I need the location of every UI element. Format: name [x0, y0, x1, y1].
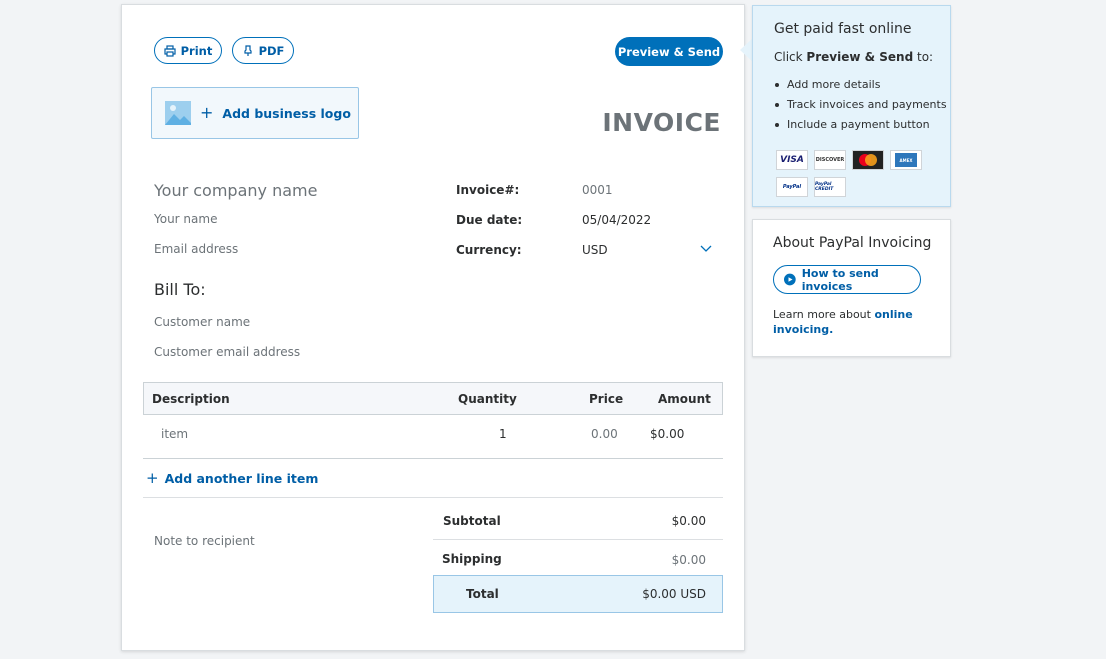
item-amount: $0.00: [650, 427, 685, 441]
pdf-button[interactable]: PDF: [232, 37, 294, 64]
promo-sub-prefix: Click: [774, 50, 807, 64]
bill-to-heading: Bill To:: [154, 280, 206, 299]
total-value: $0.00 USD: [642, 587, 706, 601]
header-amount: Amount: [658, 392, 711, 406]
add-logo-label: Add business logo: [222, 105, 351, 121]
amex-text: AMEX: [899, 157, 913, 163]
list-item: Add more details: [774, 78, 947, 98]
printer-icon: [164, 44, 176, 57]
visa-text: VISA: [780, 155, 804, 165]
chevron-down-icon[interactable]: [700, 245, 712, 253]
invoice-number-field[interactable]: 0001: [582, 183, 613, 197]
add-business-logo-button[interactable]: + Add business logo: [151, 87, 359, 139]
paypal-text: PayPal: [782, 184, 802, 190]
preview-send-button[interactable]: Preview & Send: [615, 37, 723, 66]
currency-label: Currency:: [456, 243, 522, 257]
download-icon: [243, 44, 252, 56]
paypal-credit-icon: PayPal CREDIT: [814, 177, 846, 197]
due-date-label: Due date:: [456, 213, 523, 227]
mastercard-icon: [852, 150, 884, 170]
shipping-field[interactable]: $0.00: [606, 553, 706, 567]
print-button[interactable]: Print: [154, 37, 222, 64]
promo-subtitle: Click Preview & Send to:: [774, 50, 933, 64]
item-description-field[interactable]: item: [161, 427, 188, 441]
promo-bullet-list: Add more details Track invoices and paym…: [774, 78, 947, 138]
paypal-icon: PayPal: [776, 177, 808, 197]
subtotal-value: $0.00: [671, 514, 706, 528]
customer-name-field[interactable]: Customer name: [154, 315, 250, 329]
discover-card-icon: DISCOVER: [814, 150, 846, 170]
note-to-recipient-field[interactable]: Note to recipient: [154, 534, 255, 548]
plus-icon: +: [200, 103, 214, 122]
total-box: Total $0.00 USD: [433, 575, 723, 613]
list-item: Track invoices and payments: [774, 98, 947, 118]
mastercard-logo: [859, 154, 877, 166]
play-icon: [784, 273, 796, 286]
your-name-field[interactable]: Your name: [154, 212, 217, 226]
company-name-field[interactable]: Your company name: [154, 181, 317, 200]
shipping-label: Shipping: [442, 552, 502, 566]
invoice-title: INVOICE: [602, 108, 721, 137]
subtotal-label: Subtotal: [443, 514, 501, 528]
total-label: Total: [466, 587, 499, 601]
learn-prefix: Learn more about: [773, 308, 875, 321]
about-panel: About PayPal Invoicing How to send invoi…: [752, 219, 951, 357]
promo-panel: Get paid fast online Click Preview & Sen…: [752, 5, 951, 207]
customer-email-field[interactable]: Customer email address: [154, 345, 300, 359]
due-date-field[interactable]: 05/04/2022: [582, 213, 651, 227]
image-icon: [165, 101, 191, 125]
currency-select[interactable]: USD: [582, 243, 608, 257]
how-to-send-invoices-button[interactable]: How to send invoices: [773, 265, 921, 294]
email-address-field[interactable]: Email address: [154, 242, 238, 256]
header-description: Description: [152, 392, 230, 406]
add-line-item-button[interactable]: + Add another line item: [146, 469, 318, 487]
item-quantity-field[interactable]: 1: [499, 427, 507, 441]
divider: [433, 539, 723, 540]
table-row: item 1 0.00 $0.00: [143, 416, 723, 459]
pdf-label: PDF: [258, 43, 285, 58]
plus-icon: +: [146, 469, 159, 487]
about-title: About PayPal Invoicing: [773, 235, 932, 251]
items-table-header: Description Quantity Price Amount: [143, 382, 723, 415]
amex-logo: AMEX: [895, 153, 917, 167]
learn-more-text: Learn more about online invoicing.: [773, 307, 943, 337]
amex-card-icon: AMEX: [890, 150, 922, 170]
promo-title: Get paid fast online: [774, 21, 912, 37]
promo-sub-bold: Preview & Send: [806, 50, 914, 64]
header-price: Price: [589, 392, 624, 406]
discover-text: DISCOVER: [815, 157, 845, 163]
print-label: Print: [180, 43, 213, 58]
how-label: How to send invoices: [801, 266, 879, 293]
add-line-label: Add another line item: [164, 470, 319, 486]
invoice-sheet: Print PDF Preview & Send + Add business …: [121, 4, 745, 651]
header-quantity: Quantity: [458, 392, 517, 406]
item-price-field[interactable]: 0.00: [591, 427, 618, 441]
list-item: Include a payment button: [774, 118, 947, 138]
promo-sub-suffix: to:: [913, 50, 934, 64]
paypal-credit-text: PayPal CREDIT: [815, 182, 834, 192]
invoice-number-label: Invoice#:: [456, 183, 520, 197]
visa-card-icon: VISA: [776, 150, 808, 170]
divider: [143, 497, 723, 498]
